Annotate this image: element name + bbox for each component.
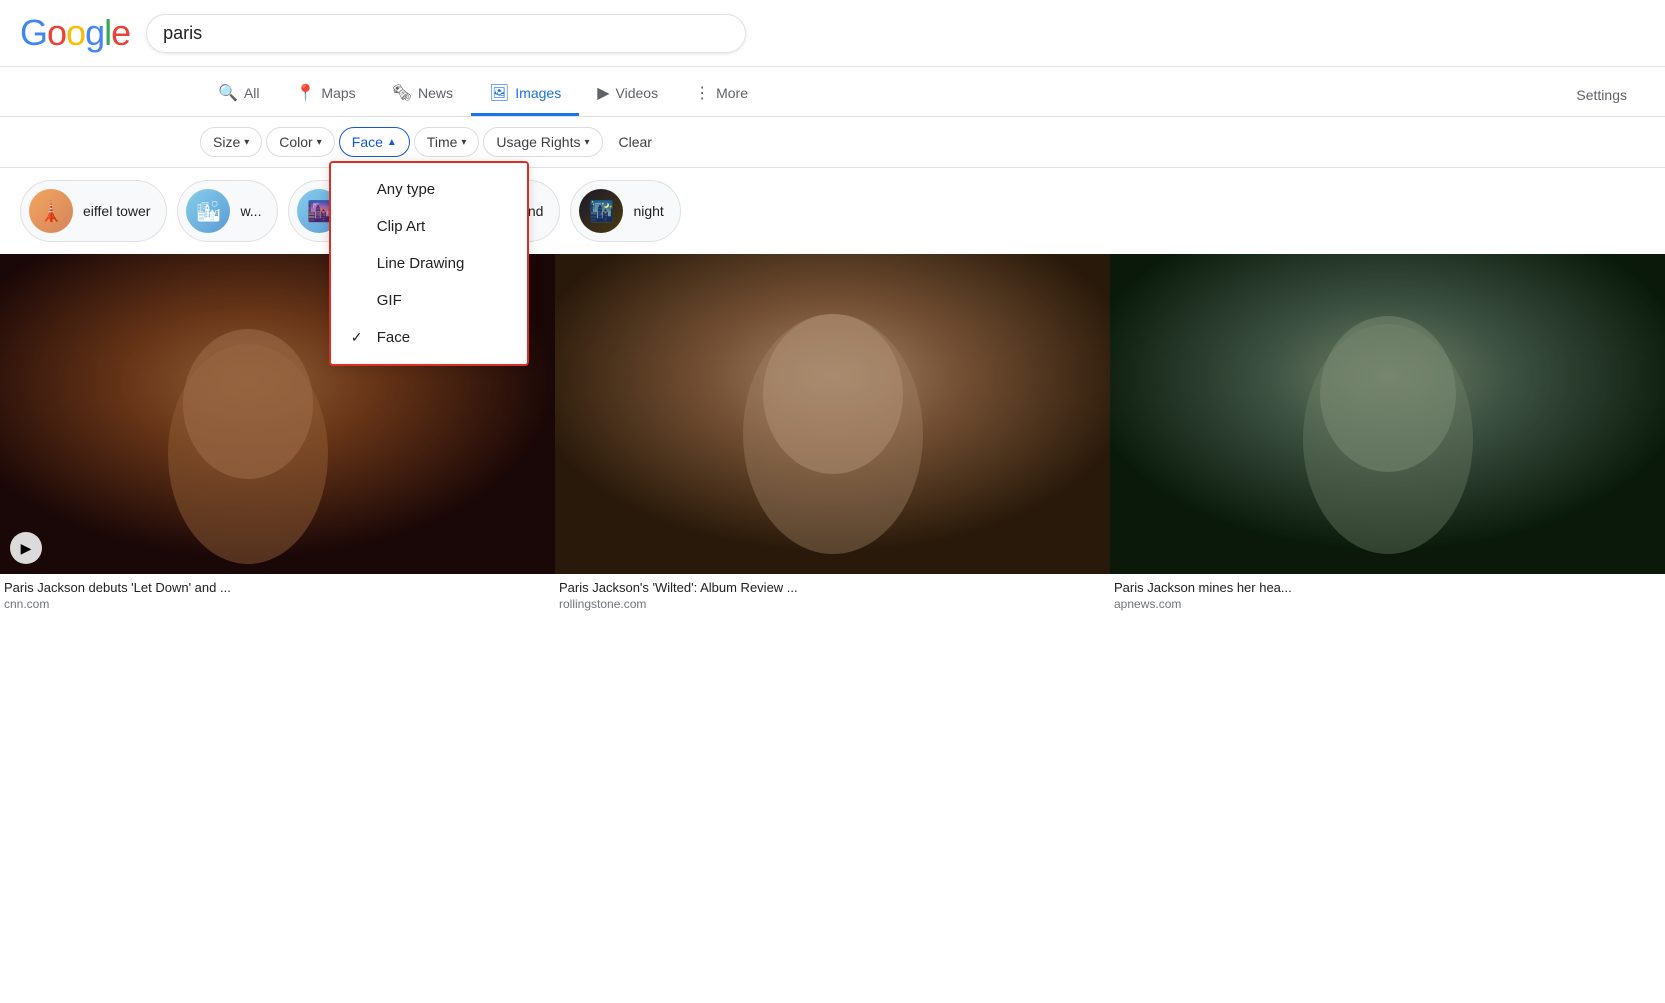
header: Google paris — [0, 0, 1665, 67]
color-label: Color — [279, 134, 312, 150]
usage-rights-label: Usage Rights — [496, 134, 580, 150]
image-col-3: Paris Jackson mines her hea... apnews.co… — [1110, 254, 1665, 619]
more-dots-icon: ⋮ — [694, 83, 710, 103]
face-arrow-icon: ▲ — [387, 137, 397, 148]
maps-icon: 📍 — [295, 83, 315, 103]
chip-w-label: w... — [240, 203, 261, 219]
dropdown-label-any-type: Any type — [377, 181, 435, 198]
clear-label: Clear — [619, 134, 652, 150]
image-svg-3 — [1110, 254, 1665, 574]
color-filter[interactable]: Color ▾ — [266, 127, 335, 157]
news-icon: 🗞 — [392, 83, 412, 103]
settings-label: Settings — [1576, 87, 1627, 103]
tab-more[interactable]: ⋮ More — [676, 73, 766, 116]
chip-eiffel-icon: 🗼 — [29, 189, 73, 233]
usage-rights-arrow-icon: ▾ — [584, 137, 589, 148]
clear-button[interactable]: Clear — [607, 128, 664, 156]
dropdown-item-gif[interactable]: GIF — [331, 282, 527, 319]
face-filter[interactable]: Face ▲ — [339, 127, 410, 157]
tab-news[interactable]: 🗞 News — [374, 73, 471, 116]
image-source-2: rollingstone.com — [555, 597, 1110, 619]
usage-rights-filter[interactable]: Usage Rights ▾ — [483, 127, 602, 157]
color-arrow-icon: ▾ — [317, 137, 322, 148]
dropdown-item-face[interactable]: ✓ Face — [331, 319, 527, 356]
play-button[interactable]: ▶ — [10, 532, 42, 564]
image-source-3: apnews.com — [1110, 597, 1665, 619]
check-face: ✓ — [351, 329, 367, 346]
check-any-type — [351, 182, 367, 198]
images-icon: 🖼 — [489, 83, 509, 103]
image-placeholder-3 — [1110, 254, 1665, 574]
chip-w[interactable]: 🏙 w... — [177, 180, 278, 242]
suggestion-chips: 🗼 eiffel tower 🏙 w... 🌆 rance 🏰 disneyla… — [0, 168, 1665, 254]
chip-night[interactable]: 🌃 night — [570, 180, 680, 242]
tab-all[interactable]: 🔍 All — [200, 73, 277, 116]
dropdown-item-line-drawing[interactable]: Line Drawing — [331, 245, 527, 282]
search-query: paris — [163, 23, 202, 44]
image-col-2: Paris Jackson's 'Wilted': Album Review .… — [555, 254, 1110, 619]
videos-icon: ▶ — [597, 83, 609, 103]
image-caption-2: Paris Jackson's 'Wilted': Album Review .… — [555, 574, 1110, 597]
image-grid: ▶ Paris Jackson debuts 'Let Down' and ..… — [0, 254, 1665, 619]
image-caption-1: Paris Jackson debuts 'Let Down' and ... — [0, 574, 555, 597]
time-filter[interactable]: Time ▾ — [414, 127, 480, 157]
tab-maps-label: Maps — [321, 85, 355, 101]
check-clip-art — [351, 219, 367, 235]
tab-maps[interactable]: 📍 Maps — [277, 73, 373, 116]
chip-night-label: night — [633, 203, 663, 219]
image-source-1: cnn.com — [0, 597, 555, 619]
image-card-2[interactable]: Paris Jackson's 'Wilted': Album Review .… — [555, 254, 1110, 619]
tab-news-label: News — [418, 85, 453, 101]
dropdown-label-clip-art: Clip Art — [377, 218, 425, 235]
time-arrow-icon: ▾ — [461, 137, 466, 148]
image-placeholder-2 — [555, 254, 1110, 574]
tab-videos-label: Videos — [616, 85, 659, 101]
search-icon: 🔍 — [218, 83, 238, 103]
face-dropdown-menu: Any type Clip Art Line Drawing GIF ✓ Fac… — [329, 161, 529, 366]
image-svg-2 — [555, 254, 1110, 574]
dropdown-label-face: Face — [377, 329, 410, 346]
settings-tab[interactable]: Settings — [1558, 77, 1645, 113]
image-caption-3: Paris Jackson mines her hea... — [1110, 574, 1665, 597]
nav-tabs: 🔍 All 📍 Maps 🗞 News 🖼 Images ▶ Videos ⋮ … — [0, 67, 1665, 117]
dropdown-label-line-drawing: Line Drawing — [377, 255, 465, 272]
search-bar[interactable]: paris — [146, 14, 746, 53]
tab-images-label: Images — [515, 85, 561, 101]
google-logo[interactable]: Google — [20, 12, 130, 54]
check-gif — [351, 293, 367, 309]
chip-city-icon: 🏙 — [186, 189, 230, 233]
tab-images[interactable]: 🖼 Images — [471, 73, 579, 116]
size-filter[interactable]: Size ▾ — [200, 127, 262, 157]
face-label: Face — [352, 134, 383, 150]
dropdown-item-any-type[interactable]: Any type — [331, 171, 527, 208]
chip-eiffel-tower[interactable]: 🗼 eiffel tower — [20, 180, 167, 242]
tab-more-label: More — [716, 85, 748, 101]
size-label: Size — [213, 134, 240, 150]
size-arrow-icon: ▾ — [244, 137, 249, 148]
dropdown-item-clip-art[interactable]: Clip Art — [331, 208, 527, 245]
filter-bar: Size ▾ Color ▾ Face ▲ Any type Clip Art … — [0, 117, 1665, 168]
face-filter-wrapper: Face ▲ Any type Clip Art Line Drawing GI… — [339, 127, 410, 157]
chip-eiffel-label: eiffel tower — [83, 203, 150, 219]
chip-night-icon: 🌃 — [579, 189, 623, 233]
time-label: Time — [427, 134, 458, 150]
tab-all-label: All — [244, 85, 260, 101]
image-card-3[interactable]: Paris Jackson mines her hea... apnews.co… — [1110, 254, 1665, 619]
tab-videos[interactable]: ▶ Videos — [579, 73, 676, 116]
dropdown-label-gif: GIF — [377, 292, 402, 309]
check-line-drawing — [351, 256, 367, 272]
